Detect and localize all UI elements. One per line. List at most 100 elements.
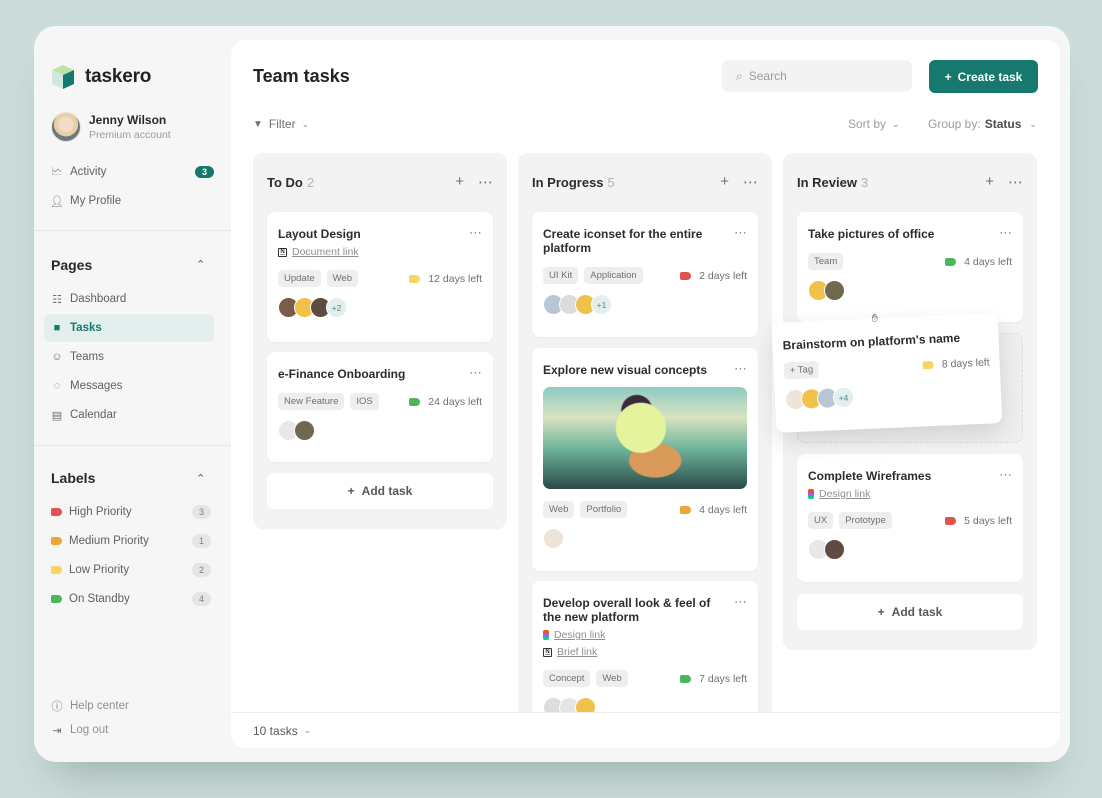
link-label: Brief link (557, 646, 598, 658)
assignees (808, 539, 1012, 560)
flag-icon (680, 674, 692, 683)
nav-label: My Profile (70, 195, 122, 207)
log-out-link[interactable]: ⇥ Log out (44, 716, 214, 744)
task-card[interactable]: e-Finance Onboarding ⋯ New Feature IOS 24 … (267, 352, 493, 462)
label-medium-priority[interactable]: Medium Priority 1 (44, 527, 214, 555)
add-task-button[interactable]: + Add task (797, 594, 1023, 630)
sidebar-item-tasks[interactable]: ■ Tasks (44, 314, 214, 342)
more-icon[interactable]: ⋯ (734, 594, 748, 610)
due-text: 5 days left (964, 514, 1012, 527)
due-text: 2 days left (699, 269, 747, 282)
tag-icon (51, 537, 62, 545)
add-task-label: Add task (891, 605, 943, 619)
create-task-button[interactable]: + Create task (929, 60, 1038, 93)
column-todo: To Do 2 + ⋯ Layout Design ⋯ N Document link … (253, 153, 507, 529)
avatar (543, 528, 564, 549)
group-label: Group by: (928, 117, 981, 131)
grab-hand-icon: ✋︎ (871, 312, 879, 325)
flag-icon (409, 397, 421, 406)
search-input[interactable]: ⌕ Search (722, 60, 912, 92)
task-card[interactable]: Layout Design ⋯ N Document link Update Web… (267, 212, 493, 342)
nav-label: Log out (70, 724, 109, 736)
tag: Web (596, 670, 628, 687)
chevron-down-icon: ⌄ (301, 118, 310, 129)
group-dropdown[interactable]: Group by: Status ⌄ (928, 117, 1037, 131)
more-icon[interactable]: ⋯ (469, 225, 483, 241)
avatar (51, 112, 81, 142)
column-count: 5 (607, 174, 615, 190)
plus-icon[interactable]: + (455, 173, 464, 191)
design-link[interactable]: Design link (808, 488, 1012, 500)
task-card[interactable]: Explore new visual concepts ⋯ Web Portfol… (532, 348, 758, 571)
chevron-down-icon: ⌄ (303, 725, 312, 735)
flag-icon (922, 360, 934, 369)
sidebar-item-messages[interactable]: ◌ Messages (44, 372, 214, 400)
due-text: 24 days left (428, 395, 482, 408)
more-icon[interactable]: ⋯ (1008, 173, 1023, 191)
flag-icon (680, 505, 692, 514)
more-icon[interactable]: ⋯ (734, 361, 748, 377)
column-title: In Progress (532, 174, 604, 190)
sidebar-item-dashboard[interactable]: ☷ Dashboard (44, 285, 214, 313)
document-icon: ■ (53, 322, 61, 334)
logo[interactable]: taskero (51, 64, 151, 90)
task-card[interactable]: Complete Wireframes ⋯ Design link UX Prot… (797, 454, 1023, 582)
more-icon[interactable]: ⋯ (743, 173, 758, 191)
document-link[interactable]: N Document link (278, 246, 482, 258)
chevron-up-icon[interactable]: ⌃ (196, 258, 205, 271)
user-profile[interactable]: Jenny Wilson Premium account (51, 112, 171, 142)
nav-activity[interactable]: 🗠 Activity 3 (44, 158, 214, 186)
plus-icon[interactable]: + (985, 173, 994, 191)
notion-icon: N (543, 647, 552, 657)
nav-my-profile[interactable]: 👤︎ My Profile (44, 187, 214, 215)
figma-icon (808, 489, 814, 499)
tag: Prototype (839, 512, 892, 529)
label-count: 1 (191, 534, 211, 548)
label-name: High Priority (69, 506, 132, 518)
grid-icon: ☷ (52, 293, 62, 306)
more-icon[interactable]: ⋯ (469, 365, 483, 381)
add-task-button[interactable]: + Add task (267, 473, 493, 509)
brief-link[interactable]: N Brief link (543, 646, 747, 658)
task-card[interactable]: Take pictures of office ⋯ Team 4 days lef… (797, 212, 1023, 322)
chevron-down-icon: ⌄ (892, 118, 900, 129)
search-icon: ⌕ (736, 68, 743, 83)
filter-dropdown[interactable]: ▼ Filter ⌄ (253, 117, 309, 131)
dragging-task-card[interactable]: ✋︎ Brainstorm on platform's name + Tag 8 … (771, 312, 1003, 433)
sidebar-item-teams[interactable]: ☺ Teams (44, 343, 214, 371)
figma-icon (543, 630, 549, 640)
nav-label: Teams (70, 351, 104, 363)
card-title: Layout Design (278, 227, 361, 241)
more-icon[interactable]: ⋯ (999, 467, 1013, 483)
label-count: 2 (191, 563, 211, 577)
flag-icon (945, 516, 957, 525)
tag: UI Kit (543, 267, 579, 284)
chevron-up-icon[interactable]: ⌃ (196, 472, 205, 485)
label-low-priority[interactable]: Low Priority 2 (44, 556, 214, 584)
sidebar-item-calendar[interactable]: ▤ Calendar (44, 401, 214, 429)
illustration-image (543, 387, 747, 489)
tag: UX (808, 512, 834, 529)
due-text: 7 days left (699, 672, 747, 685)
button-label: Create task (957, 69, 1023, 84)
add-tag-button[interactable]: + Tag (783, 360, 820, 380)
tasks-count-dropdown[interactable]: 10 tasks ⌄ (231, 712, 1060, 748)
tag-icon (51, 595, 62, 603)
more-icon[interactable]: ⋯ (999, 225, 1013, 241)
label-name: Low Priority (69, 564, 130, 576)
label-on-standby[interactable]: On Standby 4 (44, 585, 214, 613)
plus-icon[interactable]: + (720, 173, 729, 191)
task-card[interactable]: Create iconset for the entire platform ⋯… (532, 212, 758, 337)
design-link[interactable]: Design link (543, 629, 747, 641)
sort-label: Sort by (848, 117, 887, 131)
column-count: 3 (860, 174, 869, 190)
more-icon[interactable]: ⋯ (734, 225, 748, 241)
sort-dropdown[interactable]: Sort by ⌄ (848, 117, 900, 131)
more-assignees: +2 (326, 297, 347, 318)
tag: New Feature (278, 393, 345, 410)
nav-label: Activity (70, 166, 107, 178)
more-icon[interactable]: ⋯ (478, 173, 493, 191)
card-title: Complete Wireframes (808, 469, 932, 483)
label-high-priority[interactable]: High Priority 3 (44, 498, 214, 526)
nav-label: Dashboard (70, 293, 127, 305)
